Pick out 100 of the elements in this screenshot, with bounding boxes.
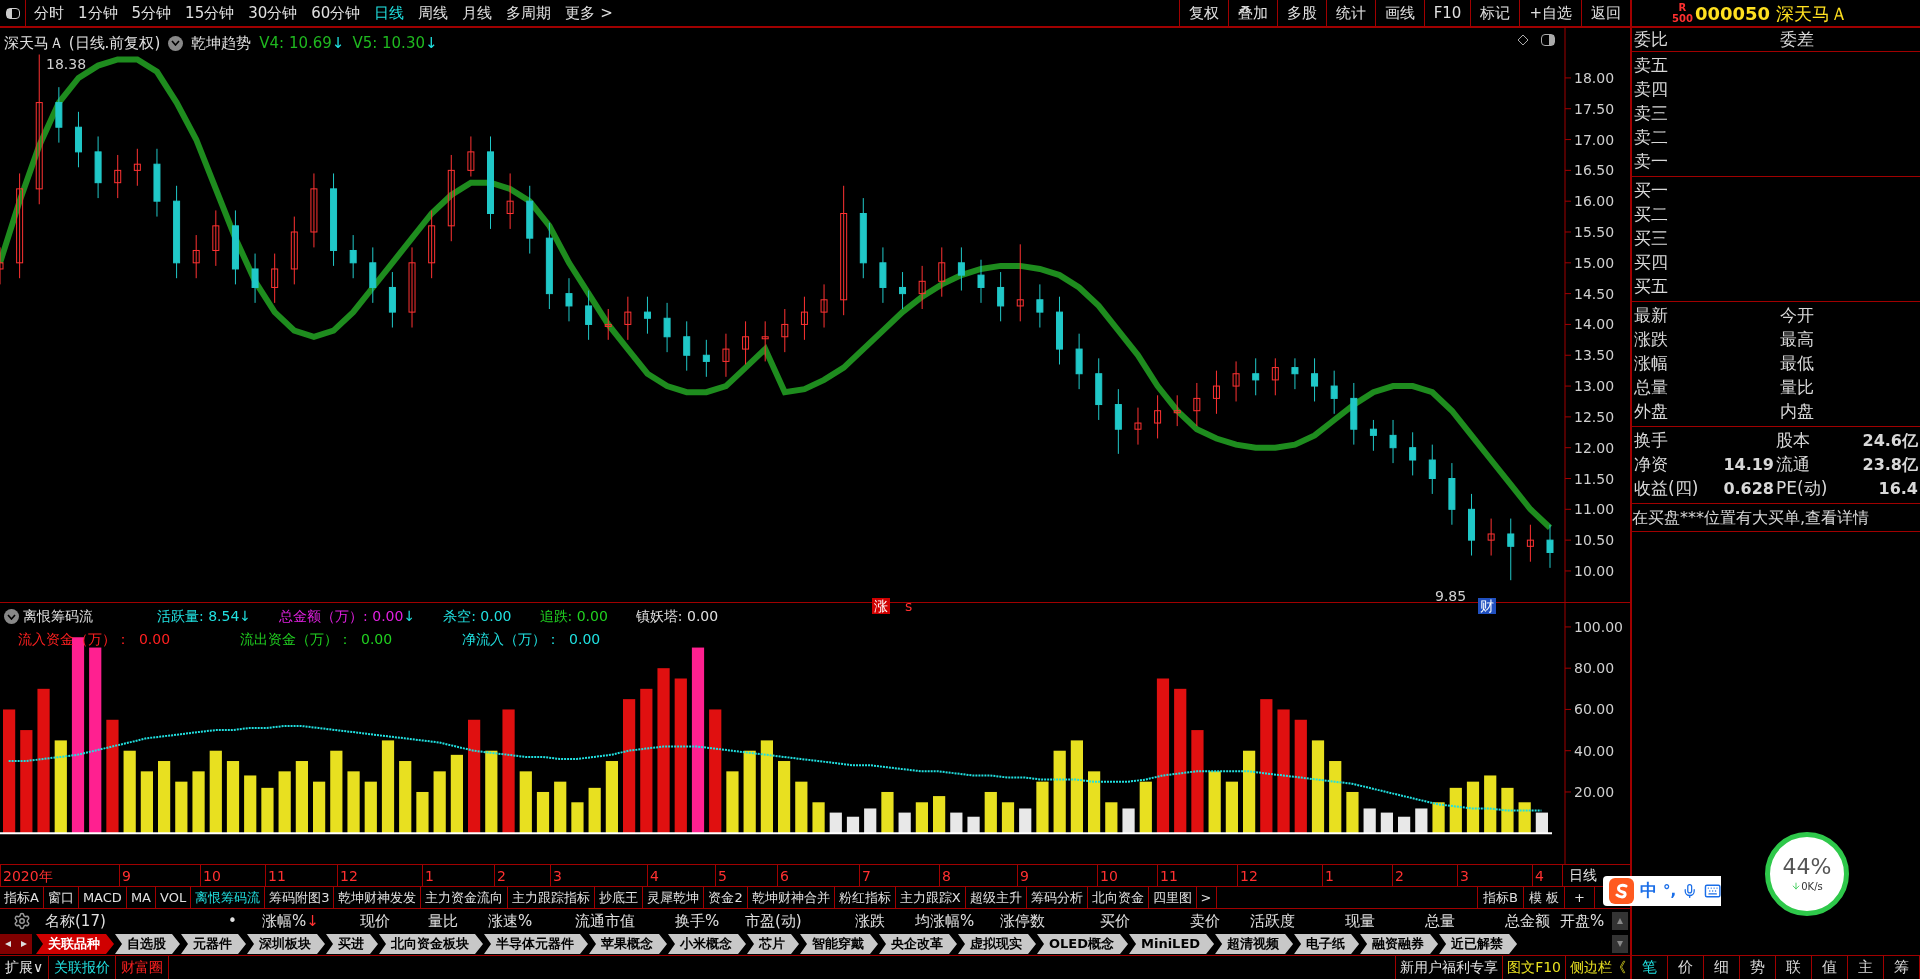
indicator-tab[interactable]: 北向资金 xyxy=(1087,887,1149,908)
toolbar-button[interactable]: 返回 xyxy=(1581,0,1630,26)
column-header[interactable]: 买价 xyxy=(1100,909,1190,933)
period-tab[interactable]: 分时 xyxy=(34,1,64,25)
indicator-tab[interactable]: 筹码分析 xyxy=(1026,887,1088,908)
side-tab[interactable]: 细 xyxy=(1704,956,1740,979)
bottom-tab[interactable]: 关联报价 xyxy=(49,956,117,979)
bottom-link[interactable]: 新用户福利专享 xyxy=(1395,956,1503,979)
column-header[interactable]: 名称(17) xyxy=(45,909,228,933)
scroll-left-icon[interactable] xyxy=(0,934,16,954)
toolbar-button[interactable]: 复权 xyxy=(1178,0,1228,26)
indicator-tab[interactable]: + xyxy=(1564,887,1594,908)
sector-tab[interactable]: 近已解禁 xyxy=(1439,934,1518,954)
sector-tab[interactable]: 元器件 xyxy=(181,934,246,954)
toolbar-button[interactable]: +自选 xyxy=(1519,0,1581,26)
toolbar-button[interactable]: 叠加 xyxy=(1227,0,1277,26)
toolbar-button[interactable]: 标记 xyxy=(1470,0,1520,26)
sector-tab[interactable]: 关联品种 xyxy=(36,934,114,954)
column-header[interactable]: • xyxy=(228,909,262,933)
period-tab[interactable]: 更多 > xyxy=(565,1,613,25)
indicator-tab[interactable]: 乾坤财神合并 xyxy=(747,887,835,908)
column-header[interactable]: 涨速% xyxy=(488,909,575,933)
column-header[interactable]: 涨停数 xyxy=(1000,909,1100,933)
column-header[interactable]: 现价 xyxy=(360,909,428,933)
indicator-tab[interactable]: 筹码附图3 xyxy=(265,887,335,908)
period-tab[interactable]: 周线 xyxy=(418,1,449,25)
side-tab[interactable]: 主 xyxy=(1848,956,1884,979)
sector-tab[interactable]: 半导体元器件 xyxy=(484,934,588,954)
column-header[interactable]: 活跃度 xyxy=(1250,909,1345,933)
indicator-tab[interactable]: 主力跟踪指标 xyxy=(508,887,596,908)
side-tab[interactable]: 笔 xyxy=(1632,956,1668,979)
column-header[interactable]: 涨跌 xyxy=(855,909,915,933)
column-header[interactable]: 流通市值 xyxy=(575,909,675,933)
diamond-icon[interactable] xyxy=(1517,34,1529,46)
indicator-tab[interactable]: 灵犀乾坤 xyxy=(643,887,705,908)
column-header[interactable]: 总量 xyxy=(1425,909,1505,933)
indicator-tab[interactable]: 窗口 xyxy=(43,887,79,908)
microphone-icon[interactable] xyxy=(1682,883,1698,899)
network-meter[interactable]: 44% 0K/s xyxy=(1765,832,1849,916)
toolbar-button[interactable]: 画线 xyxy=(1374,0,1424,26)
scroll-up-icon[interactable] xyxy=(1612,912,1628,930)
sector-tab[interactable]: 智能穿戴 xyxy=(800,934,878,954)
indicator-tab[interactable]: 主力资金流向 xyxy=(421,887,509,908)
sector-tab[interactable]: 小米概念 xyxy=(668,934,746,954)
sector-tab[interactable]: 自选股 xyxy=(115,934,180,954)
side-tab[interactable]: 势 xyxy=(1740,956,1776,979)
dropdown-icon[interactable] xyxy=(4,609,19,624)
column-header[interactable]: 总金额 xyxy=(1505,909,1560,933)
bottom-link[interactable]: 侧边栏《 xyxy=(1565,956,1630,979)
sector-tab[interactable]: 央企改革 xyxy=(879,934,957,954)
indicator-tab[interactable]: 粉红指标 xyxy=(834,887,896,908)
indicator-tab[interactable]: 指标A xyxy=(0,887,44,908)
sector-tab[interactable]: 融资融券 xyxy=(1360,934,1439,954)
indicator-tab[interactable]: 乾坤财神发发 xyxy=(334,887,422,908)
indicator-tab[interactable]: 抄底王 xyxy=(595,887,644,908)
column-header[interactable]: 量比 xyxy=(428,909,488,933)
panel-icon[interactable] xyxy=(1541,34,1555,46)
bottom-tab[interactable]: 扩展∨ xyxy=(0,956,50,979)
notice-link[interactable]: 在买盘***位置有大买单,查看详情 xyxy=(1632,505,1870,530)
toolbar-button[interactable]: 统计 xyxy=(1325,0,1375,26)
column-header[interactable]: 现量 xyxy=(1345,909,1425,933)
sector-tab[interactable]: MiniLED xyxy=(1129,934,1215,954)
indicator-tab[interactable]: > xyxy=(1196,887,1217,908)
toolbar-button[interactable]: 多股 xyxy=(1276,0,1326,26)
sector-tab[interactable]: 苹果概念 xyxy=(589,934,667,954)
side-tab[interactable]: 联 xyxy=(1776,956,1812,979)
ime-mode[interactable]: 中 xyxy=(1640,878,1658,904)
sector-tab[interactable]: OLED概念 xyxy=(1037,934,1128,954)
indicator-tab[interactable]: 离恨筹码流 xyxy=(191,887,266,908)
scroll-down-icon[interactable] xyxy=(1612,935,1628,953)
period-tab[interactable]: 日线 xyxy=(374,1,405,25)
side-tab[interactable]: 值 xyxy=(1812,956,1848,979)
ime-logo-icon[interactable] xyxy=(1609,878,1635,904)
sector-tab[interactable]: 芯片 xyxy=(747,934,799,954)
period-tab[interactable]: 月线 xyxy=(462,1,493,25)
sector-tab[interactable]: 买进 xyxy=(326,934,378,954)
sector-tab[interactable]: 电子纸 xyxy=(1294,934,1360,954)
side-tab[interactable]: 筹 xyxy=(1884,956,1920,979)
indicator-tab[interactable]: MACD xyxy=(78,887,127,908)
ime-punctuation[interactable]: °, xyxy=(1663,879,1677,903)
period-tab[interactable]: 1分钟 xyxy=(78,1,118,25)
indicator-tab[interactable]: 资金2 xyxy=(704,887,748,908)
sector-tab[interactable]: 虚拟现实 xyxy=(958,934,1036,954)
period-tab[interactable]: 5分钟 xyxy=(131,1,172,25)
indicator-tab[interactable]: 指标B xyxy=(1476,887,1523,908)
period-tab[interactable]: 多周期 xyxy=(506,1,552,25)
settings-icon[interactable] xyxy=(13,912,31,930)
period-tab[interactable]: 15分钟 xyxy=(185,1,235,25)
dropdown-icon[interactable] xyxy=(168,35,184,51)
indicator-tab[interactable]: 超级主升 xyxy=(965,887,1027,908)
column-header[interactable]: 涨幅%↓ xyxy=(262,909,360,933)
period-tab[interactable]: 30分钟 xyxy=(248,1,298,25)
period-tab[interactable]: 60分钟 xyxy=(311,1,361,25)
sector-tab[interactable]: 超清视频 xyxy=(1215,934,1294,954)
column-header[interactable]: 换手% xyxy=(675,909,745,933)
keyboard-icon[interactable] xyxy=(1703,882,1721,900)
column-header[interactable]: 卖价 xyxy=(1190,909,1250,933)
side-tab[interactable]: 价 xyxy=(1668,956,1704,979)
column-header[interactable]: 开盘% xyxy=(1560,909,1610,933)
indicator-tab[interactable]: 主力跟踪X xyxy=(895,887,966,908)
